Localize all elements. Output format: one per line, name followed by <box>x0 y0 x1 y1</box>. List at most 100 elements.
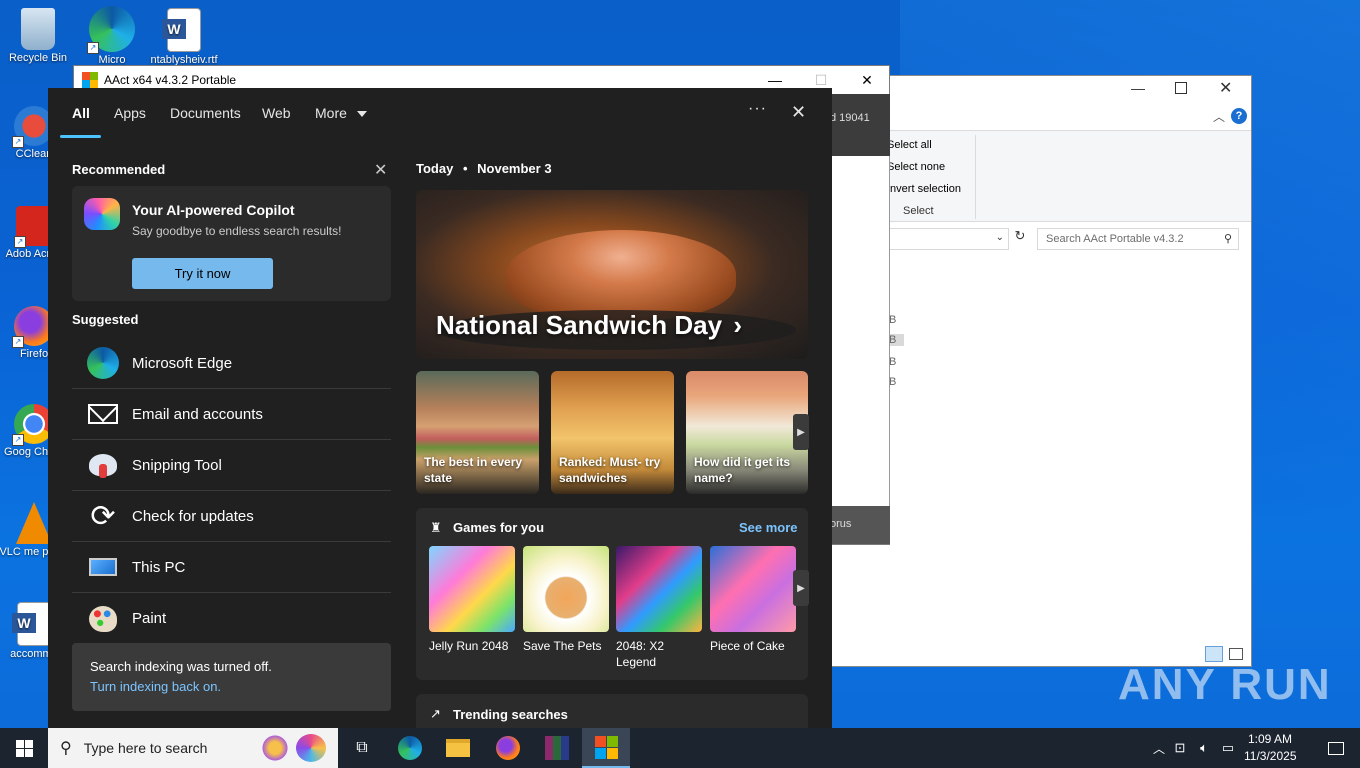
close-button[interactable]: ✕ <box>1219 78 1232 98</box>
desktop-icon-label: Recycle Bin <box>8 52 68 64</box>
notifications-button[interactable] <box>1312 728 1360 768</box>
game-save-the-pets[interactable]: Save The Pets <box>523 546 609 654</box>
taskbar-search-input[interactable]: Type here to search <box>84 740 208 756</box>
suggested-item-email[interactable]: Email and accounts <box>72 389 391 440</box>
paint-icon <box>86 602 120 636</box>
task-view-button[interactable]: ⧉ <box>338 728 386 768</box>
chevron-down-icon[interactable]: ⌄ <box>996 232 1004 243</box>
volume-icon[interactable]: 🔈︎ <box>1192 740 1216 756</box>
search-highlight-icon <box>296 734 326 762</box>
file-size-text: B <box>889 376 897 388</box>
select-none-button[interactable]: Select none <box>887 161 945 173</box>
suggested-item-label: Microsoft Edge <box>132 354 233 372</box>
tab-more[interactable]: More <box>315 105 367 121</box>
select-all-button[interactable]: Select all <box>887 139 932 151</box>
suggested-heading: Suggested <box>72 312 139 327</box>
refresh-icon: ⟳ <box>90 499 116 533</box>
hero-card[interactable]: National Sandwich Day › <box>416 190 808 359</box>
start-button[interactable] <box>0 728 48 768</box>
tab-web[interactable]: Web <box>262 105 291 121</box>
news-tile-name-origin[interactable]: How did it get its name? <box>686 371 808 494</box>
taskbar-edge-button[interactable] <box>386 728 434 768</box>
news-scroll-right-button[interactable]: ▶ <box>793 414 809 450</box>
taskbar-file-explorer-button[interactable] <box>434 728 482 768</box>
trending-icon: ↗ <box>430 706 441 721</box>
game-name: 2048: X2 Legend <box>616 639 665 669</box>
explorer-window[interactable]: — ✕ ︿ ? Select all Select none Invert se… <box>830 75 1252 667</box>
copilot-card: Your AI-powered Copilot Say goodbye to e… <box>72 186 391 301</box>
taskbar-winrar-button[interactable] <box>533 728 581 768</box>
chevron-up-icon[interactable]: ︿ <box>1150 740 1168 757</box>
search-icon[interactable]: ⚲ <box>1224 232 1232 245</box>
active-tab-indicator <box>60 135 101 138</box>
games-title: Games for you <box>453 520 545 535</box>
suggested-item-label: This PC <box>132 558 186 576</box>
maximize-button[interactable] <box>1175 82 1187 94</box>
chevron-up-icon[interactable]: ︿ <box>1213 108 1225 125</box>
see-more-link[interactable]: See more <box>739 520 798 535</box>
minimize-button[interactable]: — <box>1127 80 1149 102</box>
meet-now-icon[interactable]: ⊡ <box>1168 740 1192 756</box>
clock[interactable]: 1:09 AM 11/3/2025 <box>1244 731 1297 765</box>
suggested-item-snipping-tool[interactable]: Snipping Tool <box>72 440 391 491</box>
tab-documents[interactable]: Documents <box>170 105 241 121</box>
refresh-icon[interactable]: ↻ <box>1011 228 1029 250</box>
news-tile-best-in-state[interactable]: The best in every state <box>416 371 539 494</box>
invert-selection-button[interactable]: Invert selection <box>887 183 961 195</box>
dismiss-recommended-icon[interactable]: ✕ <box>374 160 387 180</box>
edge-icon: ↗ <box>87 6 135 54</box>
desktop-icon-recycle-bin[interactable]: Recycle Bin <box>2 8 74 64</box>
firefox-icon <box>496 736 520 760</box>
suggested-item-label: Paint <box>132 610 167 627</box>
desktop-icon-word-doc[interactable]: W ntablysheiv.rtf <box>148 8 220 66</box>
game-piece-of-cake[interactable]: Piece of Cake <box>710 546 796 654</box>
try-it-now-button[interactable]: Try it now <box>132 258 273 289</box>
game-name: Piece of Cake <box>710 639 785 653</box>
windows-logo-icon <box>594 735 618 759</box>
recommended-heading: Recommended <box>72 162 166 177</box>
game-2048-x2-legend[interactable]: 2048: X2 Legend <box>616 546 702 670</box>
suggested-item-label: Snipping Tool <box>132 456 222 474</box>
turn-indexing-on-link[interactable]: Turn indexing back on. <box>90 679 221 694</box>
suggested-item-check-for-updates[interactable]: ⟳ Check for updates <box>72 491 391 542</box>
aact-log-area <box>824 156 890 506</box>
today-date: November 3 <box>477 161 552 176</box>
news-tile-ranked-sandwiches[interactable]: Ranked: Must- try sandwiches <box>551 371 674 494</box>
game-jelly-run[interactable]: Jelly Run 2048 <box>429 546 515 654</box>
computer-icon <box>86 550 120 584</box>
ribbon-group-label: Select <box>903 205 934 217</box>
large-icons-view-icon[interactable] <box>1229 648 1243 660</box>
taskbar-aact-button[interactable] <box>582 728 630 768</box>
suggested-item-label: Email and accounts <box>132 405 263 423</box>
taskbar-search-box[interactable]: ⚲ Type here to search <box>48 728 338 768</box>
winrar-icon <box>545 736 569 760</box>
help-icon[interactable]: ? <box>1231 108 1247 124</box>
address-bar[interactable]: ⌄ <box>887 228 1009 250</box>
taskbar-firefox-button[interactable] <box>484 728 532 768</box>
snipping-tool-icon <box>86 448 120 482</box>
network-icon[interactable]: ▭ <box>1216 740 1240 756</box>
suggested-item-paint[interactable]: Paint <box>72 593 391 644</box>
game-art <box>710 546 796 632</box>
tab-all[interactable]: All <box>72 105 90 121</box>
tab-apps[interactable]: Apps <box>114 105 146 121</box>
close-button[interactable]: ✕ <box>844 66 890 94</box>
search-box[interactable]: Search AAct Portable v4.3.2 ⚲ <box>1037 228 1239 250</box>
indexing-notice: Search indexing was turned off. Turn ind… <box>72 643 391 711</box>
ellipsis-icon[interactable]: ··· <box>748 100 767 118</box>
copilot-icon <box>84 198 120 230</box>
search-input[interactable]: Search AAct Portable v4.3.2 <box>1046 233 1184 245</box>
separator-dot: • <box>462 161 468 176</box>
news-tile-caption: How did it get its name? <box>694 455 790 485</box>
search-tabs: All Apps Documents Web More ··· ✕ <box>48 88 832 138</box>
anyrun-watermark: ANY RUN <box>1118 660 1332 709</box>
desktop-icon-edge[interactable]: ↗ Micro <box>76 6 148 66</box>
suggested-item-this-pc[interactable]: This PC <box>72 542 391 593</box>
version-text: d 19041 <box>830 112 870 124</box>
word-document-icon: W <box>162 8 201 52</box>
clock-time: 1:09 AM <box>1247 732 1293 746</box>
news-tile-caption: The best in every state <box>424 455 523 485</box>
games-scroll-right-button[interactable]: ▶ <box>793 570 809 606</box>
close-icon[interactable]: ✕ <box>791 102 806 123</box>
suggested-item-edge[interactable]: Microsoft Edge <box>72 338 391 389</box>
